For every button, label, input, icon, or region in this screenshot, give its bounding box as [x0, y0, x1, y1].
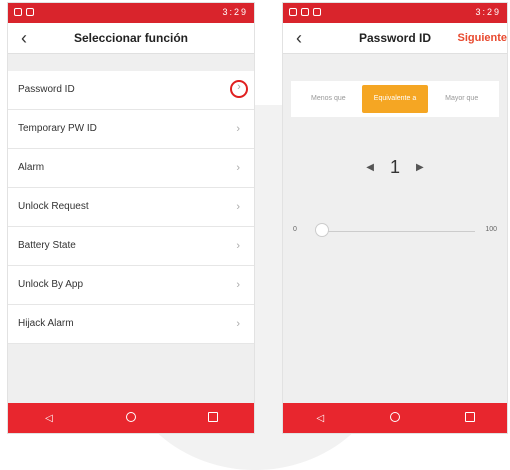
triangle-right-icon[interactable]: ▶: [416, 162, 424, 173]
segment-greater-than[interactable]: Mayor que: [428, 85, 495, 113]
stepper-value: 1: [389, 156, 400, 177]
next-button[interactable]: Siguiente: [457, 23, 507, 53]
segment-less-than[interactable]: Menos que: [295, 85, 362, 113]
slider-track[interactable]: [319, 231, 475, 232]
list-item-password-id[interactable]: Password ID ›: [8, 71, 254, 110]
back-button[interactable]: ‹: [14, 27, 34, 49]
notification-icon: [313, 8, 321, 16]
android-nav-bar: ◁: [8, 403, 254, 433]
list-item-temporary-pw-id[interactable]: Temporary PW ID ›: [8, 110, 254, 149]
notification-icon: [289, 8, 297, 16]
list-item-unlock-by-app[interactable]: Unlock By App ›: [8, 266, 254, 305]
arrow-left-icon: ‹: [21, 28, 27, 48]
slider-max-label: 100: [485, 226, 497, 233]
chevron-right-icon: ›: [237, 81, 241, 93]
back-triangle-icon[interactable]: ◁: [305, 413, 335, 424]
chevron-right-icon: ›: [236, 318, 240, 330]
list-item-label: Hijack Alarm: [18, 318, 74, 329]
list-item-label: Battery State: [18, 240, 76, 251]
highlight-circle: ›: [230, 80, 248, 98]
list-item-alarm[interactable]: Alarm ›: [8, 149, 254, 188]
chevron-right-icon: ›: [236, 201, 240, 213]
value-stepper: ◀ 1 ▶: [283, 155, 507, 179]
home-circle-icon: [126, 411, 136, 422]
phone-screen-password-id: 3:29 ‹ Password ID Siguiente Menos que E…: [283, 3, 507, 433]
list-item-unlock-request[interactable]: Unlock Request ›: [8, 188, 254, 227]
chevron-right-icon: ›: [236, 279, 240, 291]
list-item-label: Unlock By App: [18, 279, 84, 290]
page-title: Seleccionar función: [73, 31, 189, 45]
list-item-battery-state[interactable]: Battery State ›: [8, 227, 254, 266]
list-item-label: Password ID: [18, 84, 75, 95]
chevron-right-icon: ›: [236, 123, 240, 135]
chevron-right-icon: ›: [236, 162, 240, 174]
list-item-label: Alarm: [18, 162, 45, 173]
list-item-label: Temporary PW ID: [18, 123, 97, 134]
phone-screen-select-function: 3:29 ‹ Seleccionar función Password ID ›…: [8, 3, 254, 433]
chevron-right-icon: ›: [236, 240, 240, 252]
slider-thumb[interactable]: [315, 223, 329, 237]
app-header: ‹ Seleccionar función: [8, 23, 254, 54]
status-time: 3:29: [475, 7, 501, 17]
back-triangle-icon[interactable]: ◁: [34, 413, 64, 424]
notification-icon: [301, 8, 309, 16]
triangle-left-icon[interactable]: ◀: [366, 162, 374, 173]
back-button[interactable]: ‹: [289, 27, 309, 49]
page-title: Password ID: [358, 31, 432, 45]
recent-square-icon: [208, 411, 218, 422]
status-bar: 3:29: [8, 3, 254, 23]
app-header: ‹ Password ID Siguiente: [283, 23, 507, 54]
notification-icon: [26, 8, 34, 16]
home-circle-icon: [389, 411, 400, 422]
slider-min-label: 0: [293, 226, 297, 233]
status-bar: 3:29: [283, 3, 507, 23]
recent-square-icon: [464, 411, 475, 422]
notification-icon: [14, 8, 22, 16]
android-nav-bar: ◁: [283, 403, 507, 433]
segment-equal-to[interactable]: Equivalente a: [361, 85, 429, 113]
list-item-hijack-alarm[interactable]: Hijack Alarm ›: [8, 305, 254, 344]
status-time: 3:29: [222, 7, 248, 17]
arrow-left-icon: ‹: [296, 28, 302, 48]
list-item-label: Unlock Request: [18, 201, 89, 212]
comparison-selector: Menos que Equivalente a Mayor que: [291, 81, 499, 117]
function-list: Password ID › Temporary PW ID › Alarm › …: [8, 71, 254, 344]
value-slider[interactable]: 0 100: [293, 221, 497, 241]
